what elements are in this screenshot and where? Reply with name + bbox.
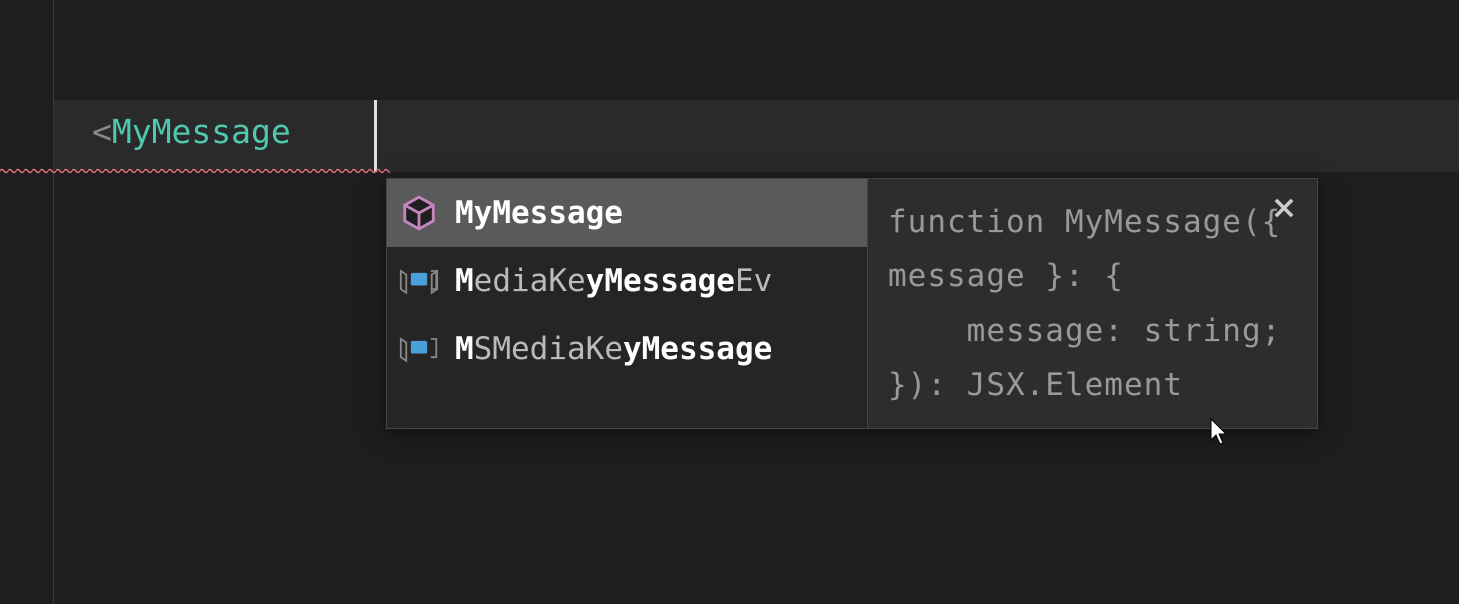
suggestion-list: MyMessage MediaKeyMessageEv xyxy=(387,179,867,428)
interface-icon xyxy=(399,329,439,369)
suggestion-item-0[interactable]: MyMessage xyxy=(387,179,867,247)
editor-gutter xyxy=(0,0,54,604)
suggestion-label: MyMessage xyxy=(455,195,623,231)
error-squiggle xyxy=(0,168,390,176)
suggestion-signature: function MyMessage({ message }: { messag… xyxy=(888,195,1297,412)
suggestion-label: MediaKeyMessageEv xyxy=(455,263,772,299)
text-cursor xyxy=(374,100,377,172)
interface-icon xyxy=(399,261,439,301)
suggestion-label: MSMediaKeyMessage xyxy=(455,331,772,367)
jsx-component-name: MyMessage xyxy=(112,112,291,151)
jsx-bracket: < xyxy=(92,112,112,151)
code-line: <MyMessage xyxy=(92,112,291,151)
suggestion-item-1[interactable]: MediaKeyMessageEv xyxy=(387,247,867,315)
intellisense-popup: MyMessage MediaKeyMessageEv xyxy=(386,178,1318,429)
suggestion-detail-panel: function MyMessage({ message }: { messag… xyxy=(867,179,1317,428)
suggestion-item-2[interactable]: MSMediaKeyMessage xyxy=(387,315,867,383)
module-icon xyxy=(399,193,439,233)
close-icon[interactable] xyxy=(1271,195,1299,223)
